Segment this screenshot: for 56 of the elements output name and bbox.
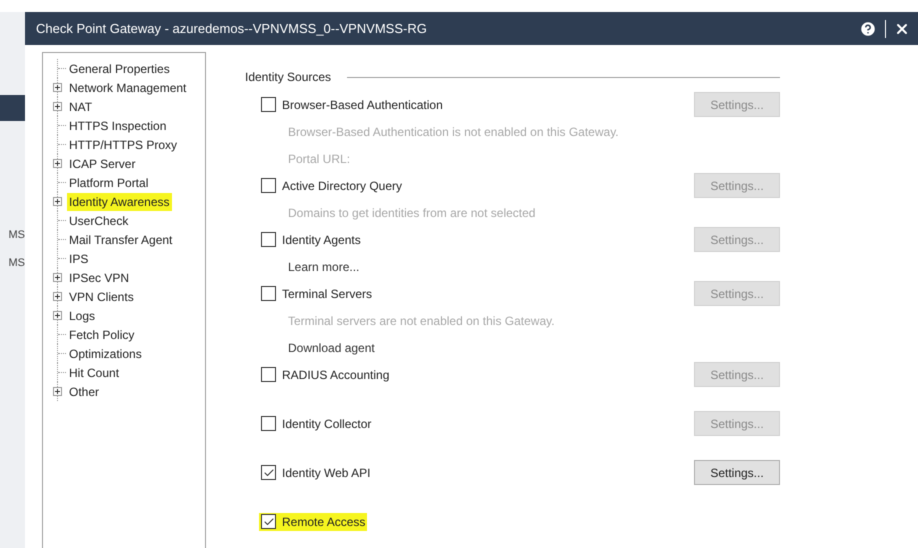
expand-icon[interactable] [53, 273, 62, 282]
checkbox[interactable] [261, 416, 276, 431]
help-icon[interactable] [859, 20, 877, 38]
tree-item[interactable]: IPS [67, 250, 90, 268]
tree-item[interactable]: Other [67, 382, 102, 400]
tree-item[interactable]: HTTP/HTTPS Proxy [67, 136, 180, 154]
note-text: Terminal servers are not enabled on this Gateway. [288, 312, 555, 330]
checkbox-label: Remote Access [282, 514, 366, 530]
checkbox[interactable] [261, 178, 276, 193]
checkbox[interactable] [261, 514, 276, 529]
expand-icon[interactable] [53, 387, 62, 396]
checkbox-label: Terminal Servers [282, 286, 372, 302]
checkbox[interactable] [261, 465, 276, 480]
tree-item[interactable]: Mail Transfer Agent [67, 230, 174, 248]
checkbox-label: Identity Collector [282, 416, 372, 432]
background-text: MS [8, 256, 25, 271]
tree-item[interactable]: General Properties [67, 60, 172, 78]
checkbox[interactable] [261, 97, 276, 112]
check-icon [262, 466, 274, 478]
checkbox[interactable] [261, 286, 276, 301]
tree-item[interactable]: Network Management [67, 78, 188, 96]
checkbox[interactable] [261, 367, 276, 382]
tree-item[interactable]: Identity Awareness [67, 192, 172, 210]
expand-icon[interactable] [53, 83, 62, 92]
tree-item[interactable]: NAT [67, 98, 94, 116]
tree-item[interactable]: IPSec VPN [67, 268, 132, 286]
section-title: Identity Sources [245, 69, 332, 86]
checkbox-label: Identity Agents [282, 232, 361, 248]
checkbox-label: Identity Web API [282, 464, 370, 482]
note-text: Portal URL: [288, 150, 350, 168]
expand-icon[interactable] [53, 159, 62, 168]
note-text: Browser-Based Authentication is not enabled on this Gateway. [288, 124, 619, 140]
note-text[interactable]: Download agent [288, 338, 375, 356]
expand-icon[interactable] [53, 102, 62, 111]
check-icon [262, 516, 274, 528]
checkbox[interactable] [261, 232, 276, 247]
tree-item[interactable]: Optimizations [67, 344, 144, 362]
expand-icon[interactable] [53, 311, 62, 320]
tree-item[interactable]: Fetch Policy [67, 326, 136, 344]
checkbox-label: Browser-Based Authentication [282, 96, 443, 114]
note-text[interactable]: Learn more... [288, 258, 360, 276]
checkbox-label: RADIUS Accounting [282, 366, 390, 384]
tree-item[interactable]: ICAP Server [67, 154, 138, 172]
tree-item[interactable]: Logs [67, 306, 98, 324]
tree-item[interactable]: VPN Clients [67, 288, 136, 306]
tree-item[interactable]: Hit Count [67, 364, 122, 382]
expand-icon[interactable] [53, 197, 62, 206]
window-title: Check Point Gateway - azuredemos--VPNVMSS_0--VPNVMSS-RG [36, 20, 428, 38]
checkbox-label: Active Directory Query [282, 178, 402, 194]
tree-item[interactable]: Platform Portal [67, 174, 150, 192]
tree-item[interactable]: HTTPS Inspection [67, 116, 168, 134]
expand-icon[interactable] [53, 292, 62, 301]
background-text: MS [8, 228, 25, 243]
note-text: Domains to get identities from are not selected [288, 204, 536, 222]
settings-button[interactable]: Settings... [694, 460, 780, 485]
tree-item[interactable]: UserCheck [67, 212, 130, 230]
